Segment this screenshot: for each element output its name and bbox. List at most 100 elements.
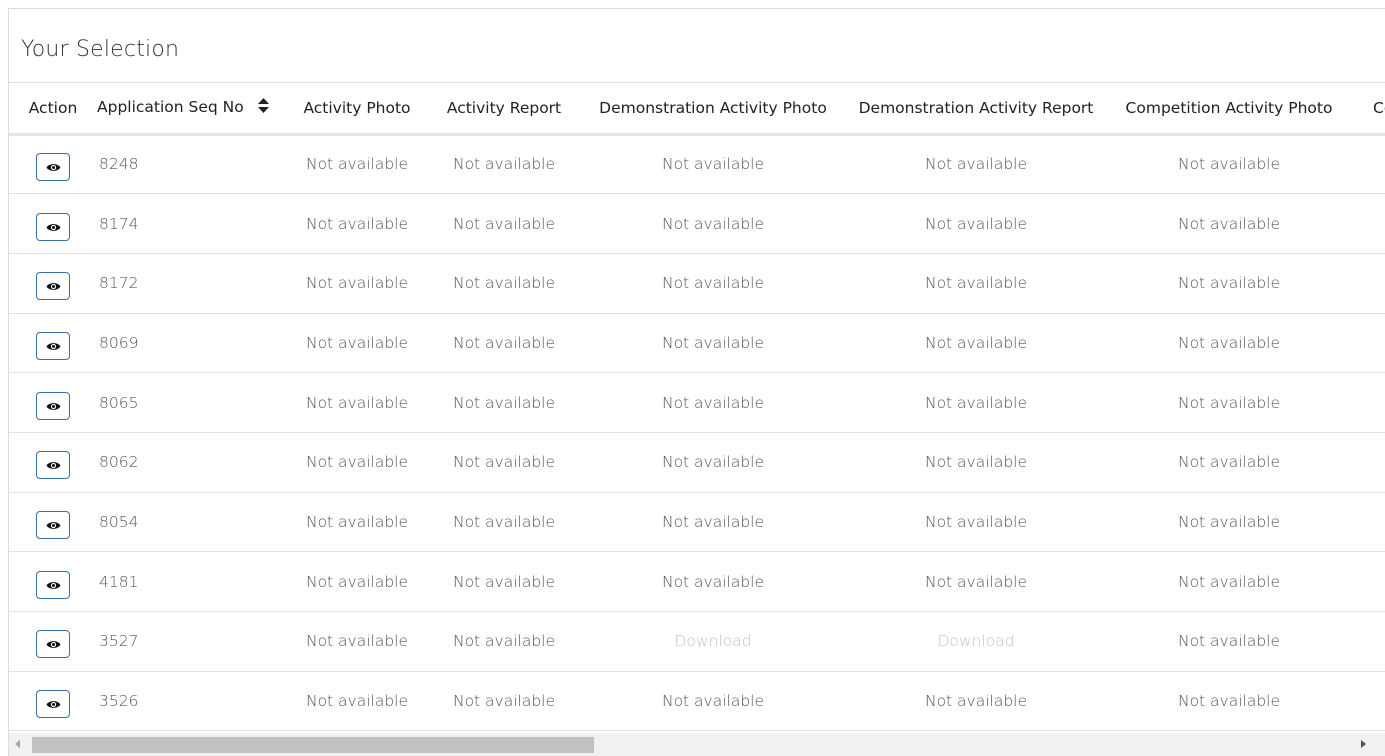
table-row: 8065 Not available Not available Not availa… <box>9 372 1385 433</box>
seq-no-cell: 8172 <box>97 253 287 314</box>
table-row: 8062 Not available Not available Not availa… <box>9 432 1385 493</box>
cell-demo-report: Not available <box>845 492 1107 553</box>
cell-activity-report: Not available <box>427 193 581 254</box>
view-button[interactable] <box>36 690 70 719</box>
seq-no-cell: 8054 <box>97 492 287 553</box>
cell-comp-report <box>1351 372 1385 433</box>
download-link-demo-photo[interactable]: Download <box>581 611 845 672</box>
table-row: 3526 Not available Not available Not availa… <box>9 671 1385 732</box>
cell-comp-report <box>1351 134 1385 195</box>
cell-comp-photo: Not available <box>1107 671 1351 732</box>
cell-demo-report: Not available <box>845 432 1107 493</box>
view-button[interactable] <box>36 391 70 420</box>
table-row: 4181 Not available Not available Not availa… <box>9 551 1385 612</box>
table-row: 8172 Not available Not available Not availa… <box>9 253 1385 314</box>
view-button[interactable] <box>36 510 70 539</box>
cell-activity-photo: Not available <box>287 432 427 493</box>
cell-demo-report: Not available <box>845 313 1107 374</box>
action-cell <box>9 492 97 553</box>
cell-demo-report: Not available <box>845 193 1107 254</box>
header-comp-report-label: Com <box>1373 98 1385 117</box>
table-container: Action Application Seq No Activity Photo… <box>9 83 1385 733</box>
cell-activity-photo: Not available <box>287 611 427 672</box>
header-activity-report: Activity Report <box>427 83 581 136</box>
action-cell <box>9 372 97 433</box>
eye-icon <box>46 581 61 589</box>
eye-icon <box>46 641 61 649</box>
cell-demo-photo: Not available <box>581 551 845 612</box>
cell-comp-photo: Not available <box>1107 492 1351 553</box>
eye-icon <box>46 283 61 291</box>
cell-activity-photo: Not available <box>287 253 427 314</box>
table-row: 8069 Not available Not available Not availa… <box>9 313 1385 374</box>
seq-no-cell: 8062 <box>97 432 287 493</box>
cell-comp-photo: Not available <box>1107 372 1351 433</box>
table-row: 8054 Not available Not available Not availa… <box>9 492 1385 553</box>
seq-no-cell: 8065 <box>97 372 287 433</box>
header-activity-photo: Activity Photo <box>287 83 427 136</box>
cell-demo-report: Not available <box>845 372 1107 433</box>
download-link-demo-report[interactable]: Download <box>845 611 1107 672</box>
view-button[interactable] <box>36 153 70 182</box>
cell-comp-photo: Not available <box>1107 551 1351 612</box>
eye-icon <box>46 164 61 172</box>
cell-activity-photo: Not available <box>287 372 427 433</box>
selection-panel: Your Selection Action Application Seq No <box>8 8 1385 756</box>
cell-activity-report: Not available <box>427 492 581 553</box>
cell-demo-photo: Not available <box>581 492 845 553</box>
view-button[interactable] <box>36 331 70 360</box>
cell-activity-photo: Not available <box>287 492 427 553</box>
action-cell <box>9 432 97 493</box>
action-cell <box>9 313 97 374</box>
view-button[interactable] <box>36 451 70 480</box>
cell-activity-photo: Not available <box>287 671 427 732</box>
seq-no-cell: 8069 <box>97 313 287 374</box>
table-row: 3527 Not available Not available Download Do… <box>9 611 1385 672</box>
table-row: 8248 Not available Not available Not availa… <box>9 134 1385 195</box>
cell-activity-report: Not available <box>427 432 581 493</box>
sort-icon[interactable] <box>257 98 269 117</box>
horizontal-scrollbar[interactable] <box>9 733 1385 756</box>
cell-activity-report: Not available <box>427 134 581 195</box>
cell-activity-report: Not available <box>427 671 581 732</box>
cell-comp-report <box>1351 671 1385 732</box>
cell-demo-photo: Not available <box>581 134 845 195</box>
scroll-right-arrow-icon[interactable] <box>1361 740 1366 748</box>
cell-comp-photo: Not available <box>1107 134 1351 195</box>
view-button[interactable] <box>36 570 70 599</box>
cell-comp-photo: Not available <box>1107 432 1351 493</box>
cell-comp-report <box>1351 551 1385 612</box>
eye-icon <box>46 402 61 410</box>
eye-icon <box>46 522 61 529</box>
seq-no-cell: 8174 <box>97 193 287 254</box>
view-button[interactable] <box>36 272 70 301</box>
seq-no-cell: 8248 <box>97 134 287 195</box>
view-button[interactable] <box>36 212 70 241</box>
cell-comp-report <box>1351 253 1385 314</box>
cell-comp-report <box>1351 492 1385 553</box>
cell-comp-report <box>1351 313 1385 374</box>
cell-activity-report: Not available <box>427 611 581 672</box>
cell-comp-report <box>1351 611 1385 672</box>
seq-no-cell: 4181 <box>97 551 287 612</box>
seq-no-cell: 3526 <box>97 671 287 732</box>
view-button[interactable] <box>36 630 70 659</box>
header-demo-photo: Demonstration Activity Photo <box>581 83 845 136</box>
cell-demo-photo: Not available <box>581 671 845 732</box>
cell-comp-photo: Not available <box>1107 253 1351 314</box>
cell-demo-photo: Not available <box>581 313 845 374</box>
cell-comp-photo: Not available <box>1107 193 1351 254</box>
table-header-row: Action Application Seq No Activity Photo… <box>9 83 1385 136</box>
header-seq[interactable]: Application Seq No <box>97 83 287 136</box>
action-cell <box>9 551 97 612</box>
selection-table: Action Application Seq No Activity Photo… <box>9 83 1385 732</box>
cell-demo-report: Not available <box>845 134 1107 195</box>
action-cell <box>9 134 97 195</box>
header-action: Action <box>9 83 97 136</box>
scroll-left-arrow-icon[interactable] <box>15 740 20 748</box>
cell-activity-photo: Not available <box>287 193 427 254</box>
scroll-thumb[interactable] <box>32 737 594 753</box>
cell-demo-photo: Not available <box>581 372 845 433</box>
cell-demo-report: Not available <box>845 253 1107 314</box>
eye-icon <box>46 343 61 350</box>
